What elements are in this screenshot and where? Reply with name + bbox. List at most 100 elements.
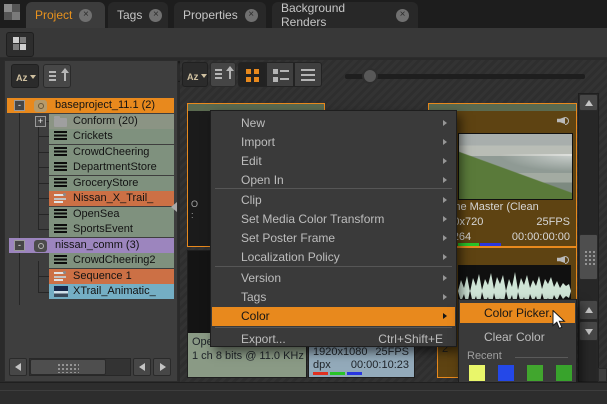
mouse-cursor [552, 310, 566, 330]
context-menu: New Import Edit Open In Clip Set Media C… [210, 110, 457, 347]
video-clip-icon [54, 286, 68, 297]
menu-item-clip[interactable]: Clip [212, 191, 455, 210]
speaker-icon[interactable] [557, 254, 570, 265]
close-icon[interactable]: × [149, 9, 162, 22]
grid-sort-alpha-button[interactable]: Az [182, 62, 208, 87]
vscroll-step-up-button[interactable] [579, 300, 598, 320]
folder-icon [54, 118, 67, 127]
color-swatch[interactable] [469, 365, 485, 381]
hscroll-step-right-button[interactable] [153, 358, 171, 376]
hscroll-thumb[interactable] [30, 359, 106, 375]
tab-label: Tags [117, 8, 142, 22]
submenu-arrow-icon [443, 235, 447, 241]
hscroll-step-left-button[interactable] [133, 358, 151, 376]
menu-item-tags[interactable]: Tags [212, 288, 455, 307]
grid-sort-order-button[interactable] [210, 62, 236, 87]
chevron-down-icon [30, 75, 36, 79]
arrow-left-icon [139, 363, 145, 371]
tree-row-grocerystore[interactable]: GroceryStore [7, 176, 174, 191]
tree-row-conform[interactable]: + Conform (20) [7, 114, 174, 129]
menu-item-set-media-color-transform[interactable]: Set Media Color Transform [212, 210, 455, 229]
vscroll-up-button[interactable] [579, 94, 598, 111]
view-mode-list-button[interactable] [294, 62, 322, 87]
color-swatch[interactable] [556, 365, 572, 381]
expander-icon[interactable]: - [14, 100, 25, 111]
bottom-divider [0, 390, 607, 391]
tab-properties[interactable]: Properties × [174, 2, 266, 28]
submenu-arrow-icon [443, 139, 447, 145]
menu-item-version[interactable]: Version [212, 269, 455, 288]
scrollbar-corner [598, 368, 607, 382]
menu-item-import[interactable]: Import [212, 133, 455, 152]
pane-collapse-arrow[interactable] [171, 202, 177, 212]
tree-row-xtrail-animatic[interactable]: XTrail_Animatic_ [7, 284, 174, 299]
sort-az-icon: Az [187, 72, 199, 82]
tree-row-baseproject[interactable]: - baseproject_11.1 (2) [7, 98, 174, 113]
grip-dots-icon [57, 363, 79, 373]
thumbnail-size-slider-knob[interactable] [362, 68, 378, 84]
view-mode-grid-button[interactable] [238, 62, 266, 87]
tree-row-departmentstore[interactable]: DepartmentStore [7, 160, 174, 175]
menu-item-color[interactable]: Color [212, 307, 455, 326]
menu-item-localization-policy[interactable]: Localization Policy [212, 248, 455, 267]
menu-separator [215, 188, 452, 189]
vscroll-down-button[interactable] [579, 321, 598, 341]
bottom-strip [0, 382, 607, 404]
tab-background-renders[interactable]: Background Renders × [272, 2, 418, 28]
speaker-icon[interactable] [557, 115, 570, 126]
tab-tags[interactable]: Tags × [108, 2, 168, 28]
recent-divider [515, 357, 568, 358]
tree-row-nissan-comm[interactable]: - nissan_comm (3) [7, 238, 174, 253]
menu-separator [215, 266, 452, 267]
submenu-arrow-icon [443, 120, 447, 126]
status-bar-blue [347, 372, 362, 375]
tree-row-crowdcheering[interactable]: CrowdCheering [7, 145, 174, 160]
close-icon[interactable]: × [245, 9, 258, 22]
arrow-up-icon [585, 100, 593, 106]
submenu-arrow-icon [443, 254, 447, 260]
tree-row-crickets[interactable]: Crickets [7, 129, 174, 144]
tab-label: Background Renders [281, 1, 389, 29]
status-bar-green [458, 243, 479, 246]
sort-ascending-icon [64, 69, 66, 81]
expander-icon[interactable]: + [35, 116, 46, 127]
tree-row-opensea[interactable]: OpenSea [7, 207, 174, 222]
tree-sort-order-button[interactable] [43, 64, 71, 88]
tree-row-crowdcheering2[interactable]: CrowdCheering2 [7, 253, 174, 268]
view-layout-button[interactable] [6, 32, 34, 57]
view-mode-detail-button[interactable] [266, 62, 294, 87]
arrow-up-icon [585, 307, 593, 313]
tree-row-nissan-x-trail[interactable]: Nissan_X_Trail_ [7, 191, 174, 206]
quad-view-icon [13, 37, 26, 50]
recent-colors-label: Recent [467, 350, 502, 362]
submenu-arrow-icon [443, 197, 447, 203]
arrow-right-icon [160, 363, 166, 371]
tree-row-sportsevent[interactable]: SportsEvent [7, 222, 174, 237]
grip-dots-icon [584, 250, 595, 267]
close-icon[interactable]: × [79, 9, 92, 22]
menu-separator [215, 327, 452, 328]
chevron-down-icon [201, 74, 207, 78]
close-icon[interactable]: × [396, 9, 409, 22]
audio-clip-icon [54, 162, 67, 173]
thumbnail-size-slider-track[interactable] [345, 74, 585, 79]
submenu-arrow-icon [443, 158, 447, 164]
shortcut-label: Ctrl+Shift+E [378, 330, 443, 349]
hscroll-left-button[interactable] [9, 358, 27, 376]
menu-item-new[interactable]: New [212, 114, 455, 133]
expander-icon[interactable]: - [14, 240, 25, 251]
color-swatch[interactable] [498, 365, 514, 381]
panel-layout-icon[interactable] [4, 4, 20, 20]
vscroll-thumb[interactable] [579, 234, 598, 280]
tree-row-sequence1[interactable]: Sequence 1 [7, 269, 174, 284]
menu-item-edit[interactable]: Edit [212, 152, 455, 171]
menu-item-set-poster-frame[interactable]: Set Poster Frame [212, 229, 455, 248]
menu-item-export[interactable]: Export... Ctrl+Shift+E [212, 330, 455, 349]
tree-sort-alpha-button[interactable]: Az [11, 64, 39, 88]
audio-clip-icon [54, 131, 67, 142]
arrow-left-icon [15, 363, 21, 371]
sort-az-icon: Az [16, 73, 28, 83]
color-swatch[interactable] [527, 365, 543, 381]
tab-project[interactable]: Project × [26, 2, 105, 28]
status-bar-blue [480, 243, 501, 246]
